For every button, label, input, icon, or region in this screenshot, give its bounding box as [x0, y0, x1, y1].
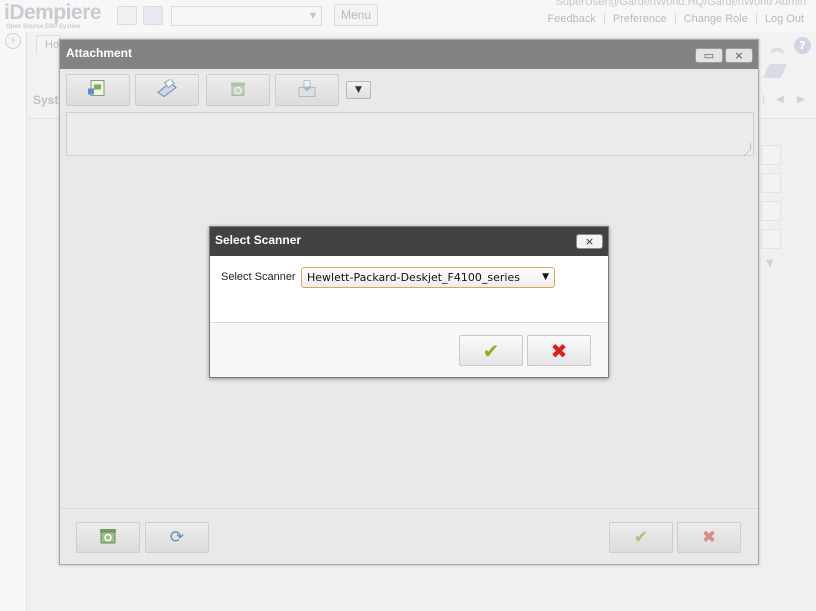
- help-icon[interactable]: ?: [794, 37, 811, 54]
- recent-button[interactable]: [143, 6, 163, 25]
- load-file-icon: [88, 80, 108, 101]
- chevron-down-icon: ▼: [542, 272, 549, 282]
- top-bar: iDempiere Open Source ERP System ▼ Menu …: [0, 0, 816, 32]
- select-scanner-dialog: Select Scanner × Select Scanner Hewlett-…: [209, 226, 609, 378]
- ok-icon: ✔: [482, 338, 500, 363]
- change-role-link[interactable]: Change Role: [674, 13, 756, 25]
- menu-button[interactable]: Menu: [334, 4, 378, 26]
- attachment-text-area[interactable]: [66, 112, 754, 157]
- load-file-button[interactable]: [66, 74, 130, 106]
- app-logo: iDempiere Open Source ERP System: [4, 1, 102, 31]
- scan-button[interactable]: [135, 74, 199, 106]
- tab-home[interactable]: Ho: [36, 35, 60, 54]
- delete-button[interactable]: [206, 74, 270, 106]
- collapse-up-icon[interactable]: ︽: [771, 37, 784, 56]
- nav-next-icon: ▶: [797, 94, 805, 105]
- delete-all-icon: [98, 527, 118, 549]
- refresh-button[interactable]: ⟳: [145, 522, 209, 553]
- expand-panel-icon[interactable]: ›: [5, 33, 21, 49]
- dialog-close-button[interactable]: ×: [576, 234, 603, 249]
- cancel-icon: ✖: [701, 527, 717, 547]
- preference-link[interactable]: Preference: [603, 13, 675, 25]
- close-button[interactable]: ×: [725, 48, 753, 63]
- logo-name: iDempiere: [4, 1, 102, 24]
- nav-first-icon: |: [762, 94, 766, 105]
- save-attachment-button[interactable]: [275, 74, 339, 106]
- cancel-icon: ✖: [550, 338, 568, 363]
- maximize-button[interactable]: ▭: [695, 48, 723, 63]
- dialog-ok-button[interactable]: ✔: [459, 335, 523, 366]
- user-info[interactable]: SuperUser@GardenWorld.HQ/GardenWorld Adm…: [556, 0, 806, 8]
- save-icon: [297, 80, 317, 101]
- refresh-icon: ⟳: [169, 527, 185, 547]
- attachment-cancel-button[interactable]: ✖: [677, 522, 741, 553]
- feedback-link[interactable]: Feedback: [540, 13, 604, 25]
- footer-divider: [60, 508, 758, 509]
- attachment-window-header: Attachment ▭ ×: [60, 40, 758, 69]
- logo-tagline: Open Source ERP System: [6, 24, 81, 30]
- delete-icon: [229, 80, 247, 101]
- dialog-footer: ✔ ✖: [210, 322, 608, 377]
- chevron-down-icon: ▼: [309, 11, 316, 20]
- background-field: [761, 145, 781, 165]
- search-select[interactable]: ▼: [171, 6, 322, 26]
- logout-link[interactable]: Log Out: [755, 13, 812, 25]
- dialog-cancel-button[interactable]: ✖: [527, 335, 591, 366]
- new-window-button[interactable]: [117, 6, 137, 25]
- toolbar-dropdown-button[interactable]: ▼: [346, 81, 371, 99]
- background-field: [761, 201, 781, 221]
- attachment-ok-button[interactable]: ✔: [609, 522, 673, 553]
- background-window-title: Syst: [33, 93, 59, 107]
- dialog-title: Select Scanner: [215, 233, 302, 247]
- header-links: Feedback Preference Change Role Log Out: [540, 13, 812, 25]
- ok-icon: ✔: [633, 527, 649, 547]
- delete-all-button[interactable]: [76, 522, 140, 553]
- background-field: [761, 229, 781, 249]
- select-scanner-dialog-header: Select Scanner ×: [210, 227, 608, 256]
- resize-grip-icon[interactable]: [744, 142, 751, 157]
- background-field: [761, 173, 781, 193]
- scanner-select-value: Hewlett-Packard-Deskjet_F4100_series: [307, 271, 520, 284]
- nav-prev-icon: ◀: [776, 94, 784, 105]
- attachment-window-title: Attachment: [66, 46, 133, 60]
- background-dropdown-icon: ▼: [766, 258, 774, 269]
- scan-icon: [156, 78, 178, 101]
- process-arrow-icon[interactable]: [762, 64, 788, 78]
- west-panel: [0, 32, 27, 611]
- select-scanner-label: Select Scanner: [221, 271, 296, 283]
- scanner-select[interactable]: Hewlett-Packard-Deskjet_F4100_series ▼: [301, 267, 555, 288]
